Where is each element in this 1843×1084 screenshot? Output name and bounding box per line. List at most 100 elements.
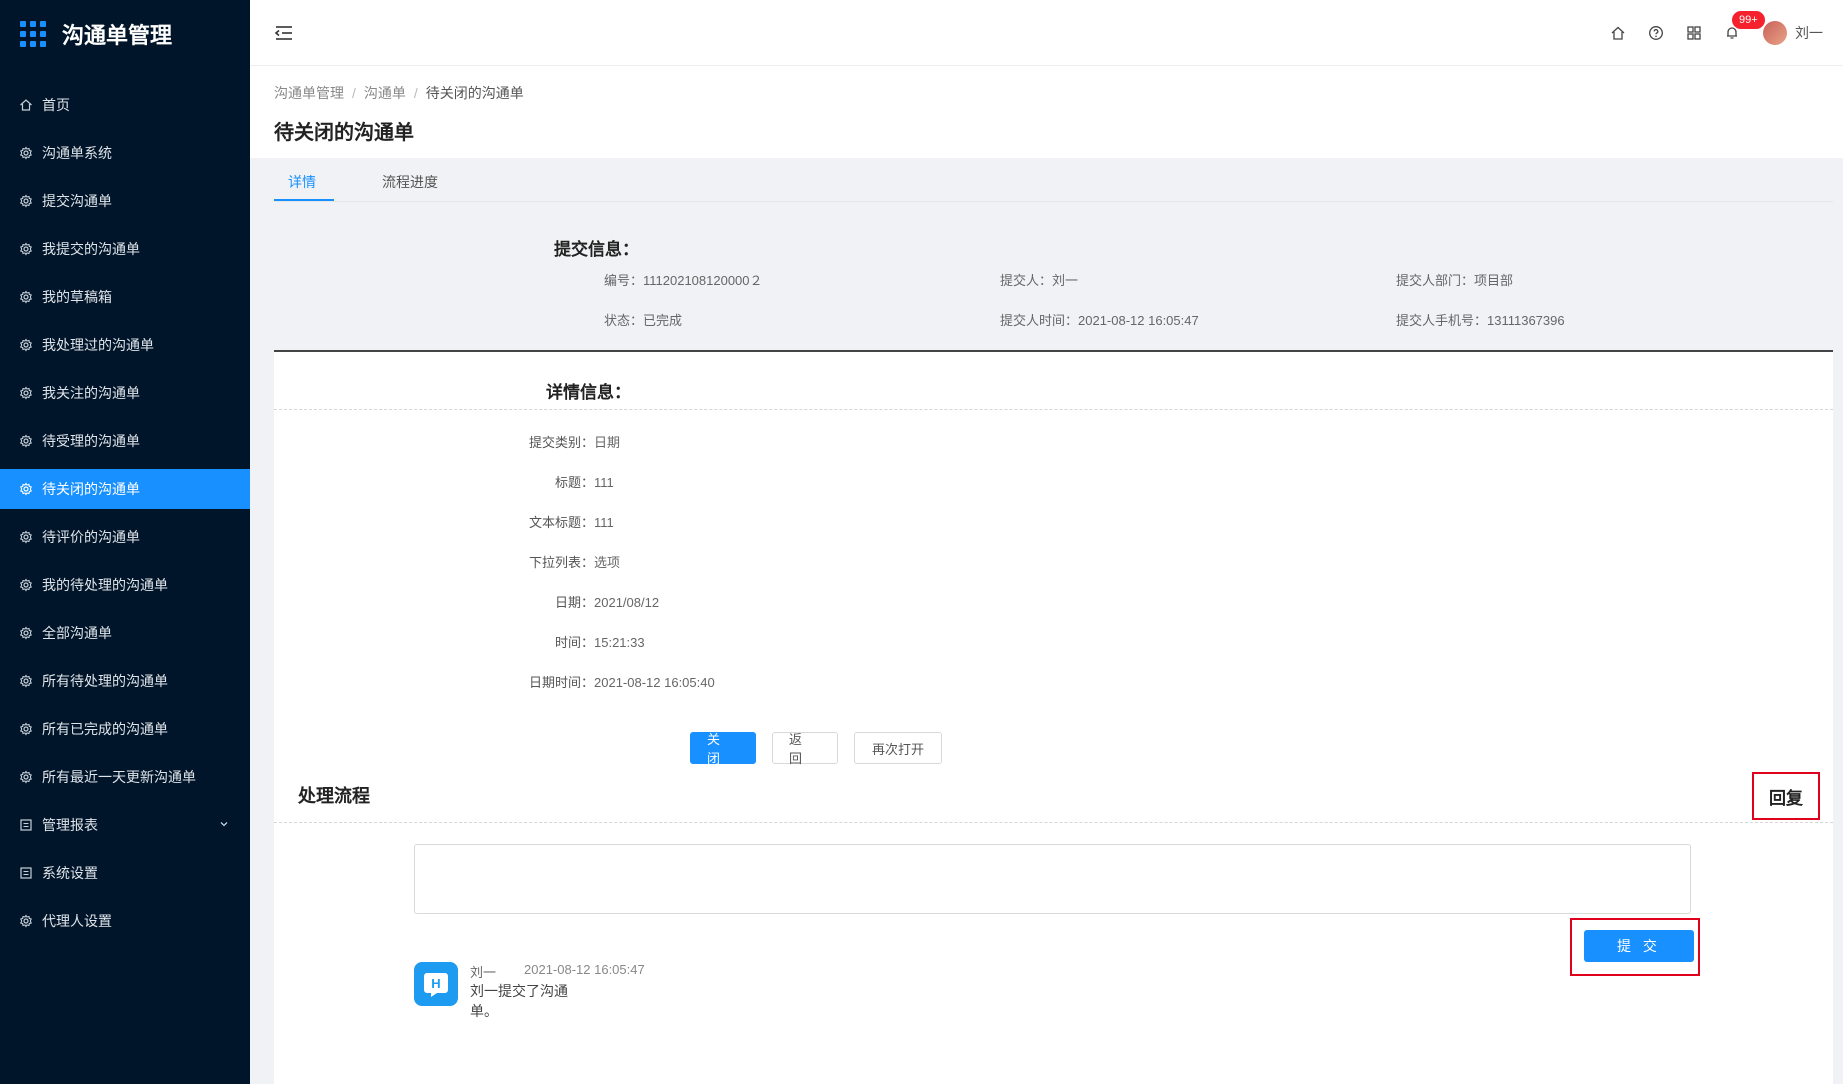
info-status: 状态：已完成 bbox=[604, 313, 683, 328]
sidebar-item[interactable]: 系统设置 bbox=[0, 853, 250, 893]
close-button[interactable]: 关 闭 bbox=[690, 732, 756, 766]
gear-icon bbox=[18, 673, 34, 689]
detail-row: 文本标题：111 bbox=[484, 512, 984, 531]
sidebar-item[interactable]: 待受理的沟通单 bbox=[0, 421, 250, 461]
info-submitter: 提交人：刘一 bbox=[1000, 273, 1079, 288]
home-icon[interactable] bbox=[1599, 18, 1637, 48]
breadcrumb-item-current: 待关闭的沟通单 bbox=[425, 85, 524, 101]
sidebar-item-label: 提交沟通单 bbox=[42, 193, 112, 209]
sidebar-item-label: 待评价的沟通单 bbox=[42, 529, 140, 545]
back-button[interactable]: 返 回 bbox=[772, 732, 838, 766]
gear-icon bbox=[18, 577, 34, 593]
log-user-name: 刘一 bbox=[470, 965, 497, 980]
gear-icon bbox=[18, 769, 34, 785]
detail-row-label: 日期时间： bbox=[528, 675, 594, 690]
sidebar-item-label: 沟通单系统 bbox=[42, 145, 112, 161]
sidebar-item-label: 我的草稿箱 bbox=[42, 289, 112, 305]
tab-active-indicator bbox=[274, 199, 334, 201]
apps-icon[interactable] bbox=[1675, 18, 1713, 48]
sidebar-item[interactable]: 我的待处理的沟通单 bbox=[0, 565, 250, 605]
detail-row-value: 15:21:33 bbox=[594, 635, 645, 650]
sidebar-item[interactable]: 我处理过的沟通单 bbox=[0, 325, 250, 365]
gear-icon bbox=[18, 145, 34, 161]
sidebar-item-label: 首页 bbox=[42, 97, 70, 113]
tabs: 详情 流程进度 bbox=[274, 158, 1833, 202]
detail-row-value: 日期 bbox=[594, 435, 621, 450]
detail-row-label: 日期： bbox=[554, 595, 594, 610]
reply-textarea[interactable] bbox=[414, 844, 1691, 914]
tab-process-progress[interactable]: 流程进度 bbox=[382, 172, 438, 192]
breadcrumb-item[interactable]: 沟通单管理 bbox=[274, 85, 344, 101]
log-text: 刘一提交了沟通单。 bbox=[470, 983, 568, 1019]
sidebar-item[interactable]: 我提交的沟通单 bbox=[0, 229, 250, 269]
sidebar-item[interactable]: 代理人设置 bbox=[0, 901, 250, 941]
sidebar-item-label: 待关闭的沟通单 bbox=[42, 481, 140, 497]
gear-icon bbox=[18, 337, 34, 353]
sidebar-item[interactable]: 待关闭的沟通单 bbox=[0, 469, 250, 509]
detail-row-value: 111 bbox=[594, 515, 614, 530]
user-name[interactable]: 刘一 bbox=[1795, 23, 1823, 43]
submit-button[interactable]: 提 交 bbox=[1584, 930, 1694, 962]
gear-icon bbox=[18, 625, 34, 641]
sidebar-item-label: 代理人设置 bbox=[42, 913, 112, 929]
info-number: 编号：111202108120000２ bbox=[604, 273, 763, 288]
detail-row: 下拉列表：选项 bbox=[484, 552, 984, 571]
sidebar-item[interactable]: 所有最近一天更新沟通单 bbox=[0, 757, 250, 797]
gear-icon bbox=[18, 385, 34, 401]
chevron-down-icon bbox=[218, 817, 230, 833]
sidebar-item-label: 待受理的沟通单 bbox=[42, 433, 140, 449]
reply-button[interactable]: 回复 bbox=[1752, 772, 1820, 820]
process-section: 处理流程 回复 提 交 H 刘一 2021-08-12 16:05:47 刘一提… bbox=[274, 772, 1833, 1084]
gear-icon bbox=[18, 289, 34, 305]
tab-details[interactable]: 详情 bbox=[288, 172, 316, 192]
notification-badge: 99+ bbox=[1731, 10, 1766, 30]
sidebar-item[interactable]: 我关注的沟通单 bbox=[0, 373, 250, 413]
info-phone: 提交人手机号：13111367396 bbox=[1396, 313, 1565, 328]
sidebar-item-label: 所有待处理的沟通单 bbox=[42, 673, 168, 689]
sidebar-item-label: 我关注的沟通单 bbox=[42, 385, 140, 401]
menu-fold-icon[interactable] bbox=[274, 23, 294, 43]
gear-icon bbox=[18, 433, 34, 449]
detail-row: 日期：2021/08/12 bbox=[484, 592, 984, 611]
gear-icon bbox=[18, 529, 34, 545]
sidebar-item[interactable]: 首页 bbox=[0, 85, 250, 125]
reopen-button[interactable]: 再次打开 bbox=[854, 732, 942, 764]
app-logo[interactable]: 沟通单管理 bbox=[0, 0, 250, 68]
user-avatar[interactable] bbox=[1763, 21, 1787, 45]
svg-text:H: H bbox=[431, 976, 440, 991]
detail-row: 标题：111 bbox=[484, 472, 984, 491]
info-submit-time: 提交人时间：2021-08-12 16:05:47 bbox=[1000, 313, 1199, 328]
detail-row-label: 时间： bbox=[554, 635, 594, 650]
gear-icon bbox=[18, 241, 34, 257]
sidebar-item-label: 全部沟通单 bbox=[42, 625, 112, 641]
detail-row: 日期时间：2021-08-12 16:05:40 bbox=[484, 672, 984, 691]
report-icon bbox=[18, 865, 34, 881]
sidebar-item-label: 我的待处理的沟通单 bbox=[42, 577, 168, 593]
gear-icon bbox=[18, 913, 34, 929]
detail-row-value: 2021-08-12 16:05:40 bbox=[594, 675, 715, 690]
log-avatar-icon: H bbox=[414, 962, 458, 1006]
breadcrumb-item[interactable]: 沟通单 bbox=[364, 85, 406, 101]
sidebar: 沟通单管理 首页沟通单系统提交沟通单我提交的沟通单我的草稿箱我处理过的沟通单我关… bbox=[0, 0, 250, 1084]
sidebar-item[interactable]: 我的草稿箱 bbox=[0, 277, 250, 317]
sidebar-item[interactable]: 待评价的沟通单 bbox=[0, 517, 250, 557]
header-actions: 99+ 刘一 bbox=[1599, 0, 1823, 66]
sidebar-item[interactable]: 沟通单系统 bbox=[0, 133, 250, 173]
info-department: 提交人部门：项目部 bbox=[1396, 273, 1514, 288]
submit-highlight-box: 提 交 bbox=[1570, 918, 1700, 976]
sidebar-item[interactable]: 全部沟通单 bbox=[0, 613, 250, 653]
process-title: 处理流程 bbox=[298, 786, 370, 806]
sidebar-item-label: 系统设置 bbox=[42, 865, 98, 881]
detail-row: 提交类别：日期 bbox=[484, 432, 984, 451]
app-title: 沟通单管理 bbox=[62, 23, 173, 48]
sidebar-item[interactable]: 管理报表 bbox=[0, 805, 250, 845]
sidebar-item[interactable]: 提交沟通单 bbox=[0, 181, 250, 221]
help-icon[interactable] bbox=[1637, 18, 1675, 48]
sidebar-item-label: 所有已完成的沟通单 bbox=[42, 721, 168, 737]
detail-title-divider bbox=[274, 352, 1833, 410]
sidebar-item[interactable]: 所有已完成的沟通单 bbox=[0, 709, 250, 749]
top-header: 99+ 刘一 bbox=[250, 0, 1843, 66]
report-icon bbox=[18, 817, 34, 833]
sidebar-item[interactable]: 所有待处理的沟通单 bbox=[0, 661, 250, 701]
notification-bell-icon[interactable]: 99+ bbox=[1713, 10, 1766, 48]
